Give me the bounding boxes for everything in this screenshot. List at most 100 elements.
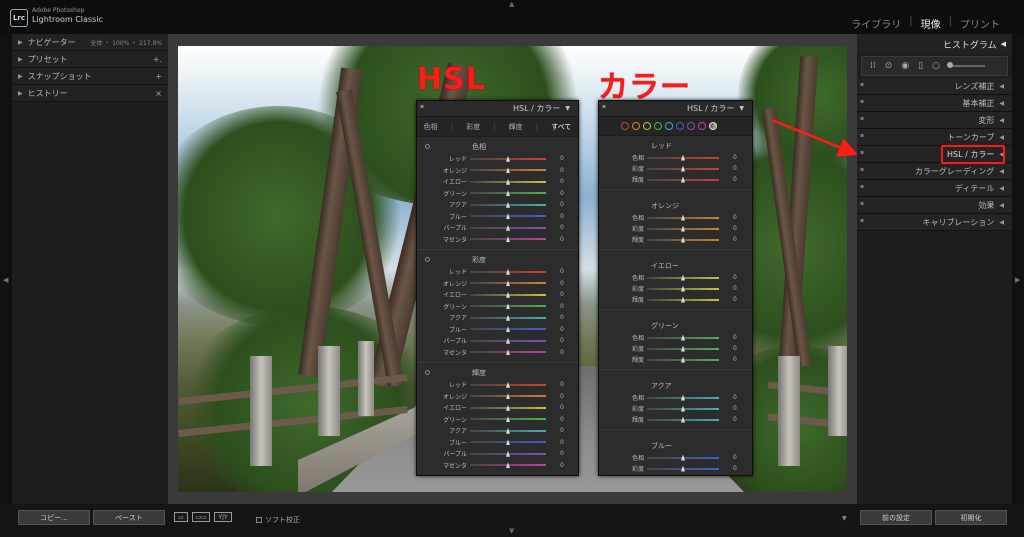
slider-track[interactable] xyxy=(647,285,719,292)
slider-value[interactable]: 0 xyxy=(733,356,737,363)
bottom-panel-toggle-icon[interactable]: ▼ xyxy=(509,527,514,535)
slider-value[interactable]: 0 xyxy=(733,454,737,461)
slider-track[interactable] xyxy=(470,326,546,333)
slider-value[interactable]: 0 xyxy=(733,405,737,412)
reset-button[interactable]: 初期化 xyxy=(935,510,1007,525)
color-swatch-circle[interactable] xyxy=(687,122,695,130)
slider-track[interactable] xyxy=(470,178,546,185)
slider-knob[interactable] xyxy=(506,349,510,356)
slider-value[interactable]: 0 xyxy=(733,394,737,401)
color-swatch-circle[interactable] xyxy=(709,122,717,130)
slider-knob[interactable] xyxy=(506,404,510,411)
section-header[interactable]: ▪ レンズ補正 ◀ xyxy=(857,78,1012,95)
slider-track[interactable] xyxy=(647,405,719,412)
mask-tool-icon[interactable]: ▯ xyxy=(918,61,923,71)
slider-track[interactable] xyxy=(647,236,719,243)
paste-button[interactable]: ペースト xyxy=(93,510,165,525)
slider-track[interactable] xyxy=(647,214,719,221)
tab-saturation[interactable]: 彩度 xyxy=(466,122,480,132)
slider-track[interactable] xyxy=(470,236,546,243)
slider-value[interactable]: 0 xyxy=(560,155,564,162)
target-adjust-icon[interactable] xyxy=(425,370,430,375)
soft-proof-checkbox[interactable] xyxy=(256,517,262,523)
section-header[interactable]: ▪ ディテール ◀ xyxy=(857,180,1012,197)
left-panel-toggle-icon[interactable]: ◀ xyxy=(3,276,8,284)
slider-track[interactable] xyxy=(647,296,719,303)
slider-knob[interactable] xyxy=(681,345,685,352)
slider-knob[interactable] xyxy=(506,314,510,321)
slider-value[interactable]: 0 xyxy=(560,190,564,197)
slider-knob[interactable] xyxy=(506,167,510,174)
slider-track[interactable] xyxy=(470,167,546,174)
slider-value[interactable]: 0 xyxy=(560,450,564,457)
slider-track[interactable] xyxy=(647,154,719,161)
slider-track[interactable] xyxy=(470,393,546,400)
slider-knob[interactable] xyxy=(681,334,685,341)
slider-knob[interactable] xyxy=(681,465,685,472)
slider-knob[interactable] xyxy=(506,337,510,344)
slider-track[interactable] xyxy=(647,454,719,461)
slider-value[interactable]: 0 xyxy=(560,393,564,400)
slider-knob[interactable] xyxy=(506,462,510,469)
slider-value[interactable]: 0 xyxy=(560,439,564,446)
tool-slider[interactable] xyxy=(946,62,985,68)
slider-track[interactable] xyxy=(470,381,546,388)
slider-track[interactable] xyxy=(470,155,546,162)
slider-knob[interactable] xyxy=(681,214,685,221)
add-preset-button[interactable]: +. xyxy=(153,55,162,64)
slider-track[interactable] xyxy=(470,349,546,356)
top-panel-toggle-icon[interactable]: ▲ xyxy=(509,0,514,8)
slider-knob[interactable] xyxy=(506,427,510,434)
slider-track[interactable] xyxy=(647,345,719,352)
slider-knob[interactable] xyxy=(681,176,685,183)
slider-value[interactable]: 0 xyxy=(560,224,564,231)
compare-view-icon[interactable]: ▭▭ xyxy=(192,512,210,522)
slider-track[interactable] xyxy=(470,450,546,457)
section-header[interactable]: ▪ 効果 ◀ xyxy=(857,197,1012,214)
slider-track[interactable] xyxy=(470,291,546,298)
soft-proof-toggle[interactable]: ソフト校正 xyxy=(256,515,300,525)
slider-track[interactable] xyxy=(647,334,719,341)
slider-knob[interactable] xyxy=(681,225,685,232)
slider-value[interactable]: 0 xyxy=(560,178,564,185)
slider-track[interactable] xyxy=(647,356,719,363)
slider-track[interactable] xyxy=(647,165,719,172)
slider-value[interactable]: 0 xyxy=(560,236,564,243)
slider-knob[interactable] xyxy=(681,154,685,161)
slider-knob[interactable] xyxy=(506,326,510,333)
slider-track[interactable] xyxy=(647,394,719,401)
presets-header[interactable]: ▶ プリセット +. xyxy=(12,51,168,68)
color-swatch-circle[interactable] xyxy=(654,122,662,130)
slider-value[interactable]: 0 xyxy=(560,326,564,333)
color-swatch-circle[interactable] xyxy=(665,122,673,130)
slider-knob[interactable] xyxy=(506,416,510,423)
color-swatch-circle[interactable] xyxy=(632,122,640,130)
slider-track[interactable] xyxy=(647,416,719,423)
slider-track[interactable] xyxy=(470,268,546,275)
circle-tool-icon[interactable]: ○ xyxy=(932,61,940,71)
slider-value[interactable]: 0 xyxy=(733,345,737,352)
navigator-header[interactable]: ▶ ナビゲーター 全体 ・ 100% ・ 217.8% xyxy=(12,34,168,51)
slider-value[interactable]: 0 xyxy=(560,280,564,287)
previous-settings-button[interactable]: 前の設定 xyxy=(860,510,932,525)
slider-track[interactable] xyxy=(470,303,546,310)
slider-track[interactable] xyxy=(470,280,546,287)
slider-knob[interactable] xyxy=(506,190,510,197)
section-header[interactable]: ▪ トーンカーブ ◀ xyxy=(857,129,1012,146)
slider-knob[interactable] xyxy=(681,285,685,292)
color-swatch-circle[interactable] xyxy=(621,122,629,130)
slider-knob[interactable] xyxy=(681,394,685,401)
spot-removal-tool-icon[interactable]: ⊙ xyxy=(885,61,893,71)
slider-knob[interactable] xyxy=(681,454,685,461)
slider-value[interactable]: 0 xyxy=(560,416,564,423)
slider-value[interactable]: 0 xyxy=(560,462,564,469)
slider-track[interactable] xyxy=(470,427,546,434)
color-panel-header[interactable]: ▪ HSL / カラー ▼ xyxy=(599,101,752,117)
target-adjust-icon[interactable] xyxy=(425,144,430,149)
slider-value[interactable]: 0 xyxy=(560,349,564,356)
slider-track[interactable] xyxy=(470,201,546,208)
slider-knob[interactable] xyxy=(681,274,685,281)
slider-knob[interactable] xyxy=(506,224,510,231)
toolbar-menu-icon[interactable]: ▼ xyxy=(842,515,847,522)
slider-value[interactable]: 0 xyxy=(733,334,737,341)
